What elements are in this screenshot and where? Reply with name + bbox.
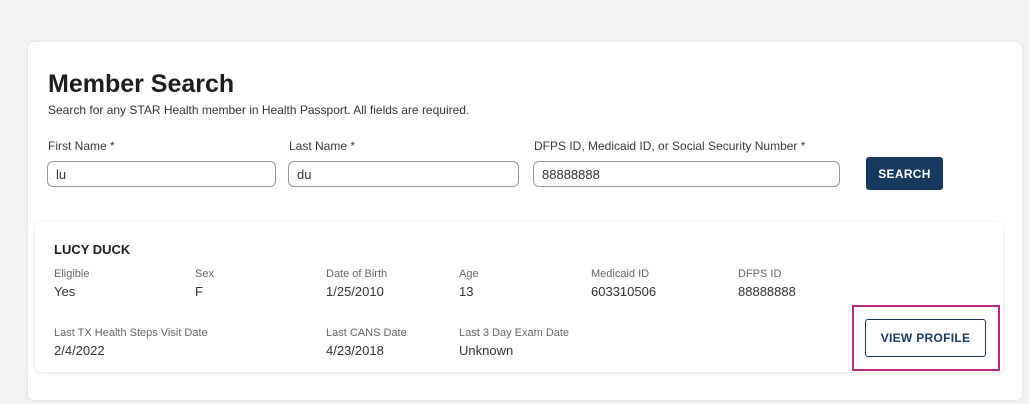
first-name-required-mark: * — [110, 139, 115, 153]
dfps-id-label: DFPS ID — [738, 268, 782, 280]
age-label: Age — [459, 268, 479, 280]
view-profile-button[interactable]: VIEW PROFILE — [865, 319, 986, 357]
member-result-card: LUCY DUCK Eligible Yes Sex F Date of Bir… — [35, 222, 1003, 372]
eligible-value: Yes — [54, 284, 76, 299]
last-cans-value: 4/23/2018 — [326, 343, 384, 358]
last-name-required-mark: * — [350, 139, 356, 153]
last-tx-health-steps-value: 2/4/2022 — [54, 343, 105, 358]
page-title: Member Search — [48, 70, 235, 98]
id-number-label: DFPS ID, Medicaid ID, or Social Security… — [534, 139, 805, 153]
dob-label: Date of Birth — [326, 268, 388, 280]
search-button[interactable]: SEARCH — [866, 157, 943, 190]
last-name-input[interactable] — [288, 161, 519, 187]
last-name-label-text: Last Name — [289, 139, 348, 153]
id-number-input[interactable] — [533, 161, 840, 187]
last-3-day-exam-label: Last 3 Day Exam Date — [459, 327, 570, 339]
last-cans-label: Last CANS Date — [326, 327, 407, 339]
id-number-required-mark: * — [800, 139, 806, 153]
eligible-label: Eligible — [54, 268, 90, 280]
first-name-label-text: First Name — [48, 139, 107, 153]
last-3-day-exam-value: Unknown — [459, 343, 514, 358]
last-name-label: Last Name * — [289, 139, 355, 153]
medicaid-id-value: 603310506 — [591, 284, 657, 299]
dob-value: 1/25/2010 — [326, 284, 384, 299]
last-tx-health-steps-label: Last TX Health Steps Visit Date — [54, 327, 208, 339]
sex-label: Sex — [195, 268, 214, 280]
sex-value: F — [195, 284, 203, 299]
page-subtitle: Search for any STAR Health member in Hea… — [48, 103, 470, 117]
id-number-label-text: DFPS ID, Medicaid ID, or Social Security… — [534, 139, 798, 153]
dfps-id-value: 88888888 — [738, 284, 796, 299]
first-name-input[interactable] — [47, 161, 276, 187]
member-search-card: Member Search Search for any STAR Health… — [28, 42, 1022, 400]
member-name: LUCY DUCK — [54, 242, 131, 257]
first-name-label: First Name * — [48, 139, 115, 153]
medicaid-id-label: Medicaid ID — [591, 268, 650, 280]
age-value: 13 — [459, 284, 474, 299]
view-profile-highlight: VIEW PROFILE — [852, 305, 1000, 371]
